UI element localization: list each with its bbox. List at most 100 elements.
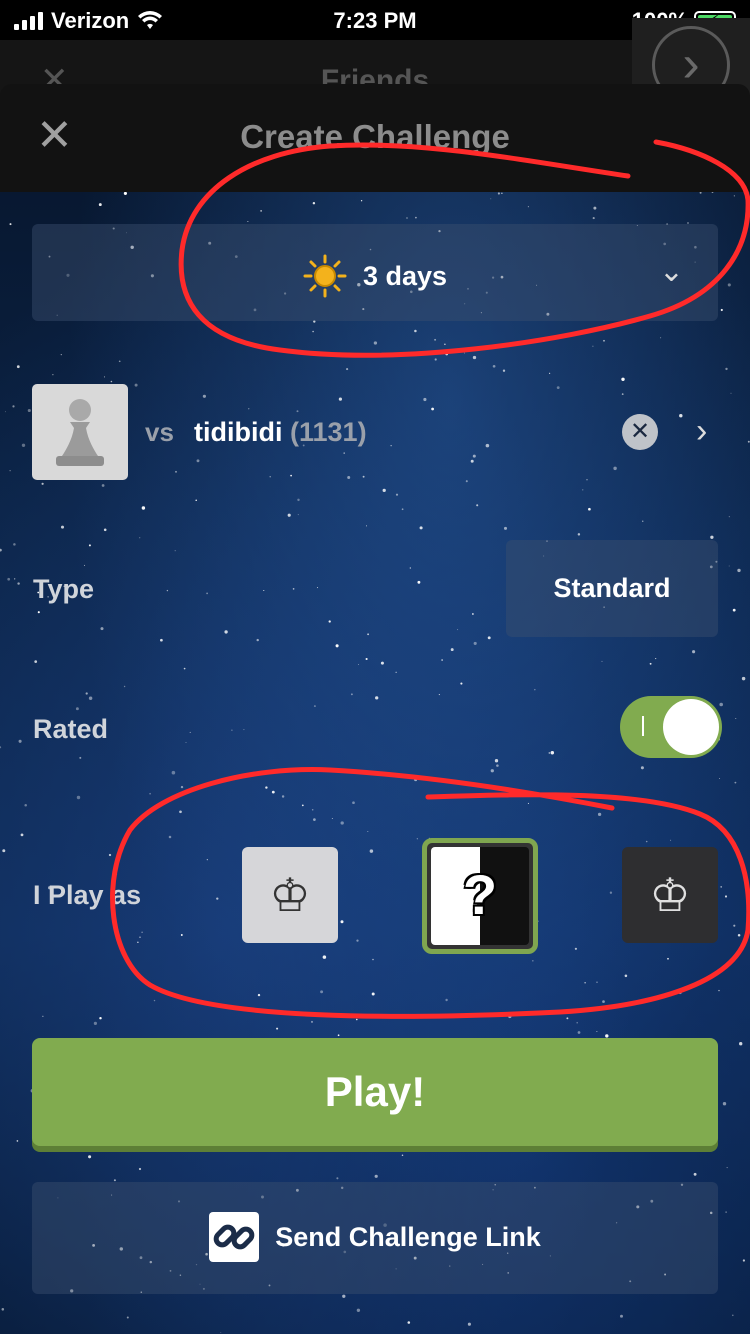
star: [0, 746, 2, 749]
star: [137, 941, 139, 944]
star: [742, 1259, 746, 1262]
star: [296, 410, 299, 413]
type-selector-button[interactable]: Standard: [506, 540, 718, 637]
star: [577, 533, 581, 536]
chevron-right-icon[interactable]: ›: [696, 412, 707, 451]
question-mark-icon: ?: [462, 863, 498, 926]
opponent-name[interactable]: tidibidi (1131): [194, 417, 367, 448]
star: [725, 367, 728, 371]
star: [196, 459, 200, 463]
star: [416, 838, 418, 840]
star: [502, 369, 506, 372]
star: [734, 781, 737, 784]
star: [548, 752, 551, 754]
star: [556, 386, 560, 389]
star: [189, 731, 191, 733]
star: [508, 1014, 512, 1019]
play-button[interactable]: Play!: [32, 1038, 718, 1146]
star: [414, 778, 418, 782]
star: [88, 696, 93, 700]
star: [331, 768, 333, 770]
star: [490, 198, 492, 200]
star: [725, 1211, 727, 1213]
star: [195, 499, 197, 502]
star: [667, 957, 669, 960]
star: [395, 671, 397, 673]
star: [166, 589, 169, 592]
star: [582, 489, 584, 491]
star: [550, 751, 555, 755]
remove-opponent-icon[interactable]: ✕: [622, 414, 658, 450]
play-random-button[interactable]: ?: [422, 838, 538, 954]
star: [460, 682, 463, 685]
star: [185, 742, 187, 743]
star: [340, 920, 344, 924]
rated-label: Rated: [33, 714, 109, 744]
star: [382, 488, 386, 493]
star: [34, 660, 38, 663]
star: [369, 849, 374, 853]
opponent-rating: (1131): [290, 417, 367, 447]
star: [699, 191, 702, 194]
send-challenge-link-button[interactable]: Send Challenge Link: [32, 1182, 718, 1294]
star: [737, 568, 741, 573]
star: [336, 1177, 339, 1180]
star: [670, 839, 672, 841]
star: [744, 223, 748, 227]
star: [365, 657, 368, 661]
star: [431, 407, 434, 411]
star: [401, 1154, 404, 1156]
star: [356, 939, 359, 942]
star: [733, 924, 736, 927]
star: [153, 999, 156, 1002]
star: [444, 343, 446, 345]
star: [60, 525, 65, 529]
star: [732, 1314, 734, 1317]
star: [692, 650, 696, 654]
star: [492, 364, 496, 368]
star: [141, 931, 143, 933]
star: [596, 981, 598, 983]
star: [728, 516, 730, 518]
toggle-on-mark: [642, 716, 644, 736]
star: [609, 891, 613, 894]
star: [724, 895, 728, 898]
star: [737, 934, 741, 937]
star: [101, 484, 105, 487]
star: [603, 339, 605, 342]
star: [0, 548, 2, 552]
star: [496, 764, 499, 767]
play-black-button[interactable]: ♔: [622, 847, 718, 943]
star: [487, 636, 491, 640]
star: [160, 638, 163, 642]
rated-toggle[interactable]: [620, 696, 722, 758]
opponent-username: tidibidi: [194, 417, 283, 447]
star: [739, 1042, 743, 1046]
star: [722, 1102, 727, 1106]
star: [476, 504, 479, 507]
star: [85, 692, 88, 695]
star: [134, 383, 138, 387]
star: [710, 535, 714, 539]
star: [342, 1294, 346, 1298]
star: [276, 1027, 279, 1030]
star: [116, 873, 118, 875]
star: [577, 1031, 581, 1034]
star: [367, 633, 370, 636]
star: [175, 470, 177, 473]
star: [257, 993, 261, 997]
play-white-button[interactable]: ♔: [242, 847, 338, 943]
star: [287, 513, 291, 517]
time-control-dropdown[interactable]: 3 days ⌄: [32, 224, 718, 321]
star: [313, 705, 316, 708]
star: [17, 582, 20, 585]
modal-title: Create Challenge: [240, 118, 510, 155]
star: [24, 803, 27, 807]
star: [719, 778, 721, 779]
star: [123, 685, 126, 688]
star: [27, 408, 31, 413]
star: [450, 648, 454, 652]
star: [9, 223, 12, 226]
star: [103, 528, 107, 532]
star: [108, 853, 112, 857]
